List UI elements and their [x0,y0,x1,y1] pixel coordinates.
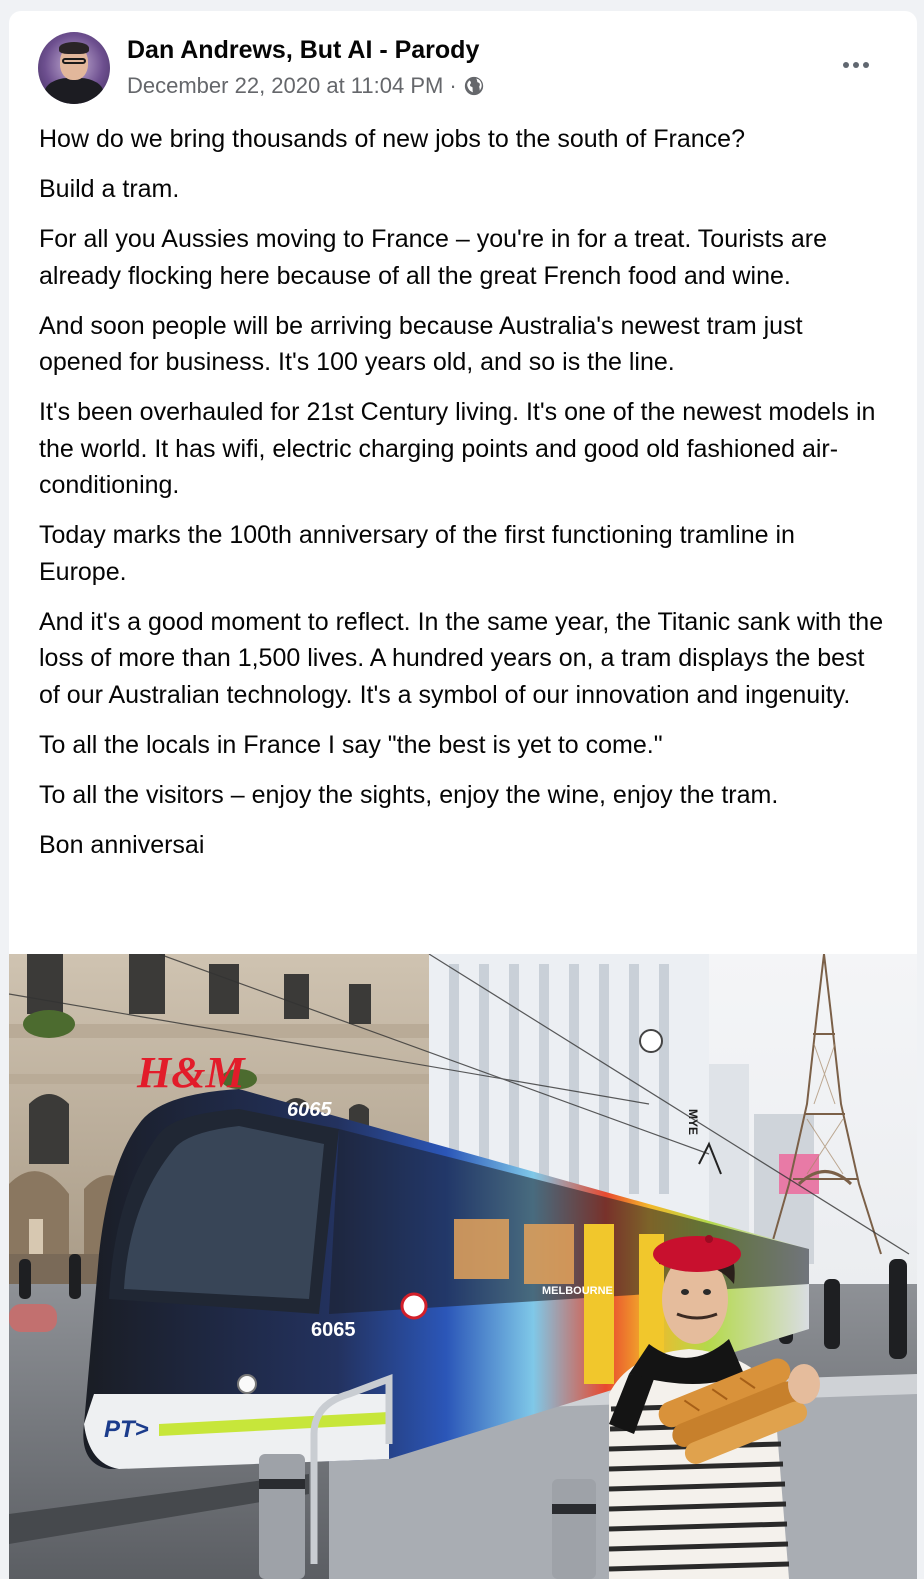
post-photo[interactable]: MYE H&M PT> 6065 6065 MELBOURNE [9,954,917,1579]
post-paragraph: To all the visitors – enjoy the sights, … [39,780,779,809]
post-paragraph: It's been overhauled for 21st Century li… [39,398,876,499]
post-meta: December 22, 2020 at 11:04 PM · [127,73,485,99]
post-timestamp[interactable]: December 22, 2020 at 11:04 PM [127,73,443,99]
post-paragraph: To all the locals in France I say "the b… [39,730,663,759]
post-text: How do we bring thousands of new jobs to… [39,121,889,877]
post-paragraph: Today marks the 100th anniversary of the… [39,521,795,586]
author-avatar[interactable] [38,32,110,104]
author-name[interactable]: Dan Andrews, But AI - Parody [127,36,479,65]
post-header: Dan Andrews, But AI - Parody December 22… [9,11,917,121]
tram-brand-logo: PT> [104,1416,149,1443]
meta-separator: · [449,73,457,98]
tram-number-top: 6065 [287,1099,332,1121]
post-paragraph: How do we bring thousands of new jobs to… [39,125,745,153]
post-card: Dan Andrews, But AI - Parody December 22… [9,11,917,1579]
more-options-icon[interactable] [834,49,878,81]
post-paragraph: Bon anniversai [39,830,205,859]
post-paragraph: For all you Aussies moving to France – y… [39,225,828,290]
store-sign: H&M [136,1048,246,1097]
post-paragraph: And soon people will be arriving because… [39,311,803,377]
tram-scene-illustration: MYE H&M PT> 6065 6065 MELBOURNE [9,954,917,1579]
tram-destination: MELBOURNE [542,1285,613,1297]
post-paragraph: And it's a good moment to reflect. In th… [39,607,884,709]
post-paragraph: Build a tram. [39,175,180,203]
tram-number-front: 6065 [311,1319,356,1341]
globe-icon[interactable] [463,75,485,97]
